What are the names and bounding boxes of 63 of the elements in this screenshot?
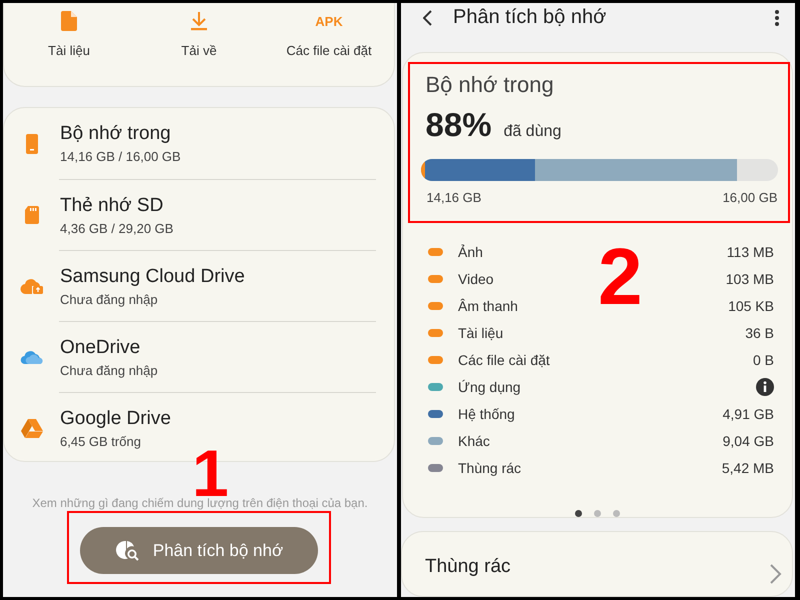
category-size: 36 B xyxy=(745,325,774,342)
more-icon xyxy=(775,10,779,26)
analyze-button[interactable]: Phân tích bộ nhớ xyxy=(80,527,318,574)
storage-name: Samsung Cloud Drive xyxy=(60,266,245,288)
category-size: 5,42 MB xyxy=(722,460,774,476)
more-button[interactable] xyxy=(775,10,779,26)
page-indicator-dot[interactable] xyxy=(575,510,582,517)
storage-name: Thẻ nhớ SD xyxy=(60,194,164,216)
usage-label: đã dùng xyxy=(504,122,562,141)
phone-icon xyxy=(26,134,38,154)
category-name: Ứng dụng xyxy=(458,379,522,396)
storage-detail: 4,36 GB / 29,20 GB xyxy=(60,220,174,236)
category-button[interactable]: APK Các file cài đặt xyxy=(264,3,394,86)
document-icon xyxy=(61,11,77,31)
storage-item[interactable]: Samsung Cloud Drive Chưa đăng nhập xyxy=(59,250,376,321)
hint-text: Xem những gì đang chiếm dung lượng trên điện thoại của bạn. xyxy=(31,496,369,510)
trash-card[interactable]: Thùng rác xyxy=(401,530,793,597)
storage-item[interactable]: Thẻ nhớ SD 4,36 GB / 29,20 GB xyxy=(59,179,376,250)
storage-item[interactable]: Bộ nhớ trong 14,16 GB / 16,00 GB xyxy=(4,108,376,179)
category-size: 0 B xyxy=(752,352,774,368)
category-size: 9,04 GB xyxy=(722,433,774,450)
category-size: 103 MB xyxy=(726,271,774,288)
category-size: 113 MB xyxy=(726,244,774,260)
page-indicator-dot[interactable] xyxy=(594,510,601,517)
category-size: 105 KB xyxy=(728,298,774,314)
category-name: Ảnh xyxy=(458,244,484,260)
storage-name: Bộ nhớ trong xyxy=(60,123,172,145)
category-name: Khác xyxy=(458,433,491,450)
annotation-number: 2 xyxy=(598,237,642,317)
chevron-right-icon xyxy=(770,564,782,584)
storage-detail: 6,45 GB trống xyxy=(60,434,142,448)
category-button[interactable]: Tải về xyxy=(134,3,264,86)
info-icon xyxy=(756,378,774,396)
apk-label: APK xyxy=(315,14,343,28)
storage-detail: Chưa đăng nhập xyxy=(60,362,158,378)
category-size: 4,91 GB xyxy=(722,406,774,422)
memory-card-icon xyxy=(25,206,39,224)
back-icon xyxy=(423,10,433,26)
storage-detail: 14,16 GB / 16,00 GB xyxy=(60,149,181,164)
page-indicator-dot[interactable] xyxy=(613,510,620,517)
category-name: Thùng rác xyxy=(458,460,522,476)
storage-title: Bộ nhớ trong xyxy=(426,72,555,98)
screen-title: Phân tích bộ nhớ xyxy=(453,6,608,30)
storage-item[interactable]: OneDrive Chưa đăng nhập xyxy=(59,321,376,392)
category-name: Các file cài đặt xyxy=(458,352,551,368)
cloud-icon xyxy=(20,349,44,365)
used-size: 14,16 GB xyxy=(426,190,482,205)
trash-title: Thùng rác xyxy=(425,556,511,578)
cloud-upload-icon xyxy=(20,277,44,295)
total-size: 16,00 GB xyxy=(722,190,778,205)
back-button[interactable] xyxy=(423,10,433,26)
category-name: Âm thanh xyxy=(458,298,519,314)
category-name: Hệ thống xyxy=(458,406,516,422)
triangle-drive-icon xyxy=(21,418,43,438)
usage-percent: 88% xyxy=(426,106,492,144)
storage-name: Google Drive xyxy=(60,408,171,430)
download-icon xyxy=(190,11,208,31)
chart-search-icon xyxy=(114,540,139,562)
category-name: Tài liệu xyxy=(458,325,504,342)
category-name: Video xyxy=(458,271,495,288)
storage-detail: Chưa đăng nhập xyxy=(60,292,159,306)
storage-name: OneDrive xyxy=(60,336,142,358)
category-button[interactable]: Tài liệu xyxy=(4,3,134,86)
